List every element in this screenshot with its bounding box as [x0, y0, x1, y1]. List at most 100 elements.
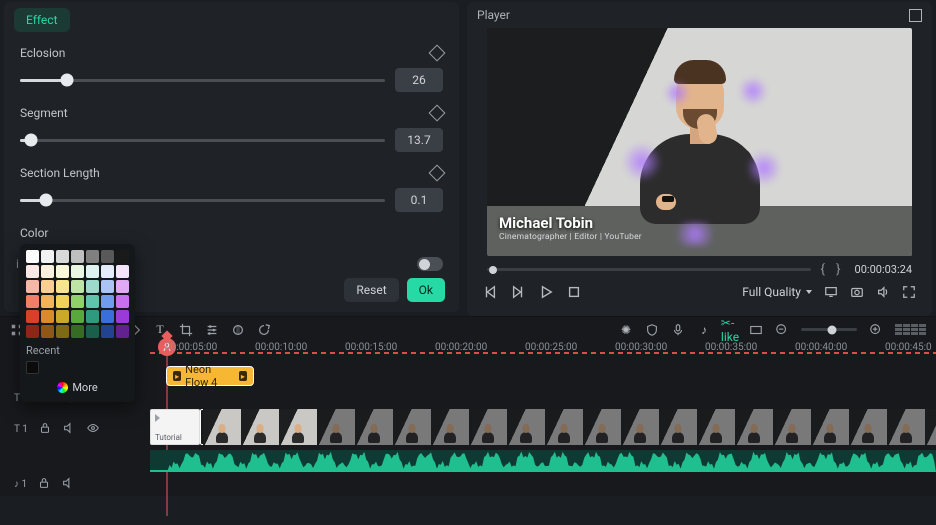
color-swatch-cell[interactable]	[71, 280, 84, 293]
play-button[interactable]	[539, 285, 553, 299]
color-swatch-cell[interactable]	[116, 265, 129, 278]
clip-thumbnail[interactable]	[849, 409, 887, 445]
ok-button[interactable]: Ok	[407, 278, 445, 302]
color-swatch-cell[interactable]	[86, 280, 99, 293]
color-swatch-cell[interactable]	[116, 310, 129, 323]
color-swatch-cell[interactable]	[86, 250, 99, 263]
expand-icon[interactable]	[902, 285, 916, 299]
prev-frame-button[interactable]	[483, 285, 497, 299]
split-icon[interactable]: ✂-like	[723, 323, 737, 337]
color-swatch-cell[interactable]	[26, 295, 39, 308]
toggle-switch[interactable]	[417, 257, 443, 271]
color-swatch-cell[interactable]	[56, 280, 69, 293]
clip-thumbnail[interactable]	[697, 409, 735, 445]
color-swatch-cell[interactable]	[101, 280, 114, 293]
clip-thumbnail[interactable]	[469, 409, 507, 445]
mute-icon[interactable]	[62, 421, 76, 438]
scrub-bar[interactable]	[487, 268, 811, 271]
color-swatch-cell[interactable]	[26, 310, 39, 323]
color-swatch-cell[interactable]	[26, 325, 39, 338]
lock-icon[interactable]	[38, 421, 52, 438]
color-swatch-cell[interactable]	[41, 280, 54, 293]
color-swatch-cell[interactable]	[71, 310, 84, 323]
track-view-icon[interactable]	[895, 324, 926, 335]
clip-thumbnail[interactable]	[773, 409, 811, 445]
audio-waveform[interactable]	[150, 450, 936, 472]
keyframe-icon[interactable]	[431, 167, 443, 179]
color-swatch-cell[interactable]	[86, 310, 99, 323]
clip-thumbnail[interactable]	[393, 409, 431, 445]
color-swatch-cell[interactable]	[41, 250, 54, 263]
color-swatch-cell[interactable]	[56, 310, 69, 323]
slider-eclosion[interactable]	[20, 79, 385, 82]
stop-button[interactable]	[567, 285, 581, 299]
range-markers-icon[interactable]: { }	[821, 262, 845, 277]
color-swatch-cell[interactable]	[41, 295, 54, 308]
color-swatch-cell[interactable]	[101, 265, 114, 278]
color-swatch-cell[interactable]	[71, 250, 84, 263]
color-swatch-cell[interactable]	[26, 265, 39, 278]
clip-thumbnail[interactable]	[507, 409, 545, 445]
color-swatch-cell[interactable]	[56, 325, 69, 338]
color-swatch-cell[interactable]	[41, 265, 54, 278]
clip-thumbnail[interactable]	[583, 409, 621, 445]
display-icon[interactable]	[824, 285, 838, 299]
color-swatch-cell[interactable]	[71, 265, 84, 278]
color-swatch-cell[interactable]	[56, 265, 69, 278]
color-swatch-cell[interactable]	[86, 325, 99, 338]
color-swatch-cell[interactable]	[71, 295, 84, 308]
color-swatch-cell[interactable]	[101, 310, 114, 323]
reset-button[interactable]: Reset	[344, 278, 398, 302]
color-swatch-cell[interactable]	[56, 295, 69, 308]
color-swatch-cell[interactable]	[26, 280, 39, 293]
eye-icon[interactable]	[86, 421, 100, 438]
zoom-out-icon[interactable]	[775, 323, 789, 337]
color-swatch-cell[interactable]	[101, 250, 114, 263]
keyframe-icon[interactable]	[431, 107, 443, 119]
clip-thumbnail[interactable]	[431, 409, 469, 445]
color-swatch-cell[interactable]	[41, 325, 54, 338]
color-swatch-cell[interactable]	[101, 325, 114, 338]
color-swatch-cell[interactable]	[116, 325, 129, 338]
maximize-icon[interactable]	[909, 9, 922, 22]
value-eclosion[interactable]: 26	[395, 68, 443, 92]
clip-thumbnail[interactable]	[355, 409, 393, 445]
snapshot-icon[interactable]	[850, 285, 864, 299]
quality-dropdown[interactable]: Full Quality	[742, 285, 812, 299]
effect-clip[interactable]: ▸ Neon Flow 4 ▸	[166, 366, 254, 386]
color-swatch-cell[interactable]	[26, 250, 39, 263]
more-colors-button[interactable]: More	[26, 381, 129, 394]
clip-thumbnail[interactable]	[317, 409, 355, 445]
color-swatch-cell[interactable]	[116, 295, 129, 308]
adjust-icon[interactable]	[205, 323, 219, 337]
clip-thumbnail[interactable]	[621, 409, 659, 445]
clip-thumbnail[interactable]	[241, 409, 279, 445]
target-icon[interactable]: ✺	[619, 323, 633, 337]
color-swatch-cell[interactable]	[86, 265, 99, 278]
clip-thumbnail[interactable]	[811, 409, 849, 445]
value-segment[interactable]: 13.7	[395, 128, 443, 152]
slider-segment[interactable]	[20, 139, 385, 142]
shield-icon[interactable]	[645, 323, 659, 337]
mask-icon[interactable]	[231, 323, 245, 337]
volume-icon[interactable]	[876, 285, 890, 299]
beat-icon[interactable]: ♪	[697, 323, 711, 337]
speed-icon[interactable]	[257, 323, 271, 337]
clip-thumbnail[interactable]	[203, 409, 241, 445]
color-swatch-cell[interactable]	[116, 250, 129, 263]
clip-thumbnail[interactable]	[279, 409, 317, 445]
lock-icon[interactable]	[37, 476, 51, 493]
clip-thumbnail[interactable]	[659, 409, 697, 445]
mute-icon[interactable]	[61, 476, 75, 493]
mic-icon[interactable]	[671, 323, 685, 337]
zoom-in-icon[interactable]	[869, 323, 883, 337]
color-swatch-cell[interactable]	[71, 325, 84, 338]
keyframe-icon[interactable]	[431, 47, 443, 59]
color-swatch-cell[interactable]	[56, 250, 69, 263]
color-swatch-cell[interactable]	[101, 295, 114, 308]
next-frame-button[interactable]	[511, 285, 525, 299]
video-track-body[interactable]: Tutorial	[150, 409, 936, 449]
preview-viewport[interactable]: Michael Tobin Cinematographer | Editor |…	[487, 28, 912, 256]
recent-swatch[interactable]	[26, 361, 39, 374]
value-section-length[interactable]: 0.1	[395, 188, 443, 212]
